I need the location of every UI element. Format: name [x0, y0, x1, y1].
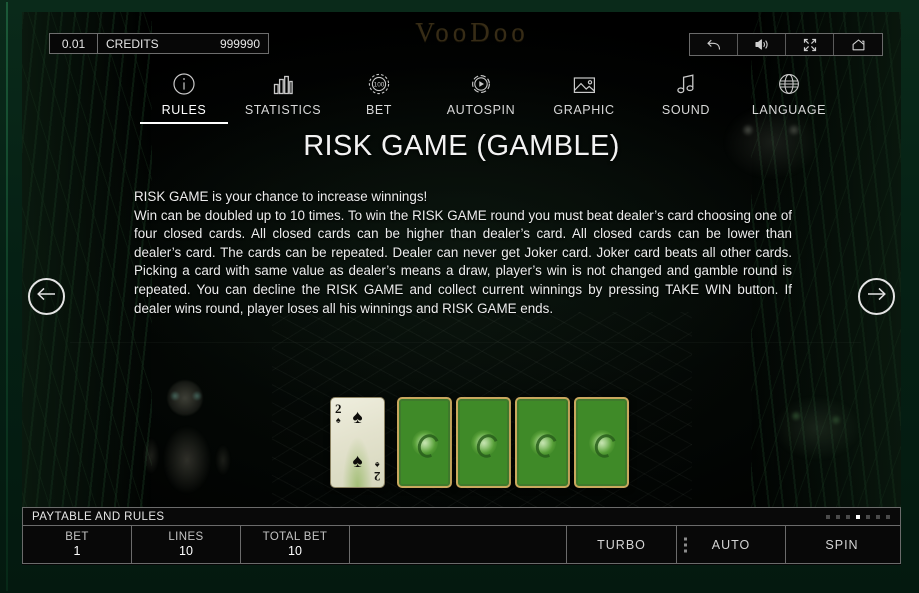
globe-icon — [777, 70, 801, 96]
arrow-left-icon — [36, 287, 57, 306]
spin-button[interactable]: SPIN — [786, 526, 898, 563]
tab-label: LANGUAGE — [751, 103, 827, 117]
back-button[interactable] — [690, 34, 738, 55]
paytable-label: PAYTABLE AND RULES — [32, 510, 165, 523]
bet-meter[interactable]: BET 1 — [23, 526, 132, 563]
svg-text:100: 100 — [374, 82, 385, 89]
auto-label: AUTO — [711, 537, 751, 552]
auto-button[interactable]: AUTO — [677, 526, 786, 563]
control-button-row: BET 1 LINES 10 TOTAL BET 10 TURBO AUTO S… — [22, 525, 901, 564]
turbo-button[interactable]: TURBO — [567, 526, 677, 563]
credit-panel: 0.01 CREDITS 999990 — [49, 33, 269, 54]
back-icon — [706, 38, 721, 51]
page-indicator-dots — [826, 514, 890, 519]
image-icon — [572, 70, 597, 96]
message-area — [350, 526, 567, 563]
spin-label: SPIN — [825, 537, 859, 552]
auto-options-icon[interactable] — [684, 537, 687, 552]
page-dot-active[interactable] — [856, 514, 860, 519]
paytable-and-rules-bar[interactable]: PAYTABLE AND RULES — [22, 507, 901, 525]
info-icon — [172, 70, 196, 96]
sound-icon — [754, 38, 770, 51]
active-tab-underline — [140, 122, 228, 124]
card-back-emblem — [529, 429, 556, 456]
game-logo: VooDoo — [415, 17, 529, 47]
home-icon — [851, 38, 866, 52]
closed-card[interactable] — [515, 397, 570, 488]
game-stage: VooDoo 0.01 CREDITS 999990 RULES STATIST… — [22, 12, 901, 565]
credits-value: 999990 — [219, 36, 260, 51]
tab-label: RULES — [161, 103, 207, 117]
next-page-button[interactable] — [858, 278, 895, 315]
tab-sound[interactable]: SOUND — [626, 70, 746, 124]
previous-page-button[interactable] — [28, 278, 65, 315]
rules-lead-line: RISK GAME is your chance to increase win… — [134, 189, 428, 204]
total-bet-label: TOTAL BET — [262, 530, 328, 543]
bet-meter-value: 1 — [73, 543, 81, 558]
total-bet-meter[interactable]: TOTAL BET 10 — [241, 526, 350, 563]
closed-card[interactable] — [456, 397, 511, 488]
bottom-control-bar: PAYTABLE AND RULES BET 1 LINES 10 TOTAL … — [22, 507, 901, 565]
page-dot[interactable] — [876, 514, 880, 519]
rules-paragraph: Win can be doubled up to 10 times. To wi… — [134, 207, 792, 316]
card-corner-bottom-right: 2 ♠ — [373, 460, 381, 484]
card-suit-large-top: ♠ — [352, 407, 363, 428]
tab-label: AUTOSPIN — [446, 103, 516, 117]
turbo-label: TURBO — [597, 537, 646, 552]
tab-label: STATISTICS — [244, 103, 322, 117]
lines-meter-label: LINES — [168, 530, 204, 543]
app-frame: VooDoo 0.01 CREDITS 999990 RULES STATIST… — [0, 0, 919, 593]
tab-language[interactable]: LANGUAGE — [729, 70, 849, 124]
page-dot[interactable] — [866, 514, 870, 519]
play-gear-icon — [469, 70, 493, 96]
tab-label: BET — [365, 103, 393, 117]
lines-meter-value: 10 — [179, 543, 193, 558]
total-bet-value: 10 — [288, 543, 302, 558]
credits-label: CREDITS — [106, 36, 159, 51]
tab-autospin[interactable]: AUTOSPIN — [421, 70, 541, 124]
bet-amount-display[interactable]: 0.01 — [50, 34, 98, 53]
sound-button[interactable] — [738, 34, 786, 55]
page-title: RISK GAME (GAMBLE) — [303, 130, 620, 162]
reel-frame-seam — [70, 342, 861, 343]
menu-tab-bar: RULES STATISTICS 100 BET AUTOSPIN GRAPHI… — [22, 70, 901, 126]
fullscreen-button[interactable] — [786, 34, 834, 55]
tab-label: GRAPHIC — [553, 103, 615, 117]
page-dot[interactable] — [846, 514, 850, 519]
closed-card[interactable] — [397, 397, 452, 488]
home-button[interactable] — [834, 34, 882, 55]
tab-label: SOUND — [661, 103, 711, 117]
fullscreen-icon — [803, 38, 817, 52]
page-dot[interactable] — [826, 514, 830, 519]
card-back-emblem — [470, 429, 497, 456]
music-note-icon — [675, 70, 697, 96]
top-bar: VooDoo 0.01 CREDITS 999990 — [22, 12, 901, 56]
chip-icon: 100 — [367, 70, 391, 96]
rules-content-panel: RISK GAME (GAMBLE) RISK GAME is your cha… — [22, 130, 901, 330]
bar-chart-icon — [271, 70, 295, 96]
top-button-group — [689, 33, 883, 56]
card-back-emblem — [411, 429, 438, 456]
card-back-emblem — [588, 429, 615, 456]
arrow-right-icon — [866, 287, 887, 306]
card-rank: 2 — [373, 469, 381, 484]
card-suit-small: ♠ — [374, 460, 380, 470]
bet-meter-label: BET — [65, 530, 89, 543]
page-dot[interactable] — [886, 514, 890, 519]
rules-text-block: RISK GAME is your chance to increase win… — [134, 188, 792, 318]
dealer-card: 2 ♠ ♠ ♠ 2 ♠ — [330, 397, 385, 488]
closed-card[interactable] — [574, 397, 629, 488]
page-dot[interactable] — [836, 514, 840, 519]
gamble-cards-row: 2 ♠ ♠ ♠ 2 ♠ — [22, 397, 901, 507]
lines-meter[interactable]: LINES 10 — [132, 526, 241, 563]
